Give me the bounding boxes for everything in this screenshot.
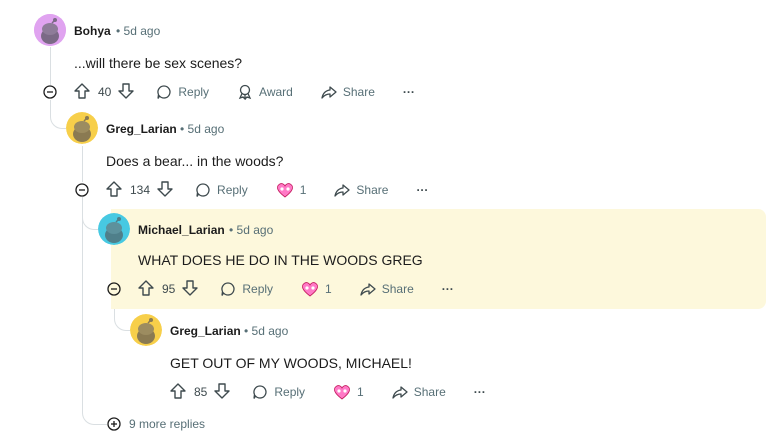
comment-author[interactable]: Michael_Larian bbox=[138, 223, 225, 237]
upvote-icon[interactable] bbox=[137, 279, 155, 300]
collapse-icon[interactable] bbox=[107, 282, 121, 296]
timestamp-text: 5d ago bbox=[187, 122, 225, 136]
timestamp-text: 5d ago bbox=[236, 223, 274, 237]
heart-eyes-award-icon bbox=[302, 282, 318, 297]
reply-button[interactable]: Reply bbox=[195, 182, 248, 198]
thread-elbow-more bbox=[82, 405, 107, 425]
thread-line-root bbox=[50, 47, 51, 85]
award-badge[interactable]: 1 bbox=[276, 182, 307, 198]
more-options-icon[interactable]: ··· bbox=[442, 282, 454, 296]
vote-count: 95 bbox=[162, 282, 176, 296]
more-replies-label: 9 more replies bbox=[129, 417, 206, 431]
share-label: Share bbox=[381, 282, 414, 296]
thread-line-level1-b bbox=[82, 197, 83, 409]
collapse-icon[interactable] bbox=[43, 85, 57, 99]
upvote-icon[interactable] bbox=[105, 180, 123, 201]
comment-timestamp: • 5d ago bbox=[116, 24, 160, 38]
heart-eyes-award-icon bbox=[334, 385, 350, 400]
share-button[interactable]: Share bbox=[392, 384, 446, 400]
share-button[interactable]: Share bbox=[360, 281, 414, 297]
reply-label: Reply bbox=[242, 282, 274, 296]
avatar[interactable] bbox=[98, 213, 130, 245]
share-label: Share bbox=[356, 183, 389, 197]
award-badge[interactable]: 1 bbox=[301, 281, 332, 297]
more-options-icon[interactable]: ··· bbox=[474, 385, 486, 399]
award-count: 1 bbox=[357, 385, 364, 399]
downvote-icon[interactable] bbox=[117, 82, 135, 103]
award-count: 1 bbox=[299, 183, 307, 197]
share-icon bbox=[321, 86, 337, 99]
thread-elbow-1 bbox=[50, 100, 66, 129]
comment-body: GET OUT OF MY WOODS, MICHAEL! bbox=[170, 355, 412, 371]
downvote-icon[interactable] bbox=[156, 180, 174, 201]
comment-actions: 95 Reply 1 Share ··· bbox=[137, 277, 454, 301]
upvote-icon[interactable] bbox=[73, 82, 91, 103]
more-replies-link[interactable]: 9 more replies bbox=[107, 417, 205, 431]
meta-dot: • bbox=[229, 223, 234, 237]
award-icon bbox=[238, 84, 252, 100]
share-button[interactable]: Share bbox=[321, 84, 375, 100]
share-icon bbox=[392, 386, 408, 399]
comment-body: WHAT DOES HE DO IN THE WOODS GREG bbox=[138, 252, 423, 268]
share-label: Share bbox=[413, 385, 446, 399]
comment-actions: 40 Reply Award Share ··· bbox=[73, 80, 415, 104]
award-label: Award bbox=[259, 85, 293, 99]
avatar[interactable] bbox=[130, 314, 162, 346]
comment-body: Does a bear... in the woods? bbox=[106, 153, 284, 169]
timestamp-text: 5d ago bbox=[123, 24, 161, 38]
reply-label: Reply bbox=[274, 385, 306, 399]
award-count: 1 bbox=[325, 282, 332, 296]
reply-label: Reply bbox=[217, 183, 248, 197]
vote-count: 85 bbox=[194, 385, 208, 399]
reply-button[interactable]: Reply bbox=[220, 281, 273, 297]
timestamp-text: 5d ago bbox=[251, 324, 289, 338]
collapse-icon[interactable] bbox=[75, 183, 89, 197]
reply-label: Reply bbox=[178, 85, 210, 99]
reply-icon bbox=[221, 282, 235, 296]
comment-timestamp: • 5d ago bbox=[229, 223, 273, 237]
share-button[interactable]: Share bbox=[334, 182, 388, 198]
share-icon bbox=[334, 184, 351, 197]
share-icon bbox=[360, 283, 376, 296]
reply-icon bbox=[196, 183, 210, 197]
more-options-icon[interactable]: ··· bbox=[416, 183, 428, 197]
vote-count: 40 bbox=[98, 85, 112, 99]
award-badge[interactable]: 1 bbox=[333, 384, 364, 400]
comment-body: ...will there be sex scenes? bbox=[74, 55, 243, 71]
downvote-icon[interactable] bbox=[181, 279, 199, 300]
share-label: Share bbox=[342, 85, 375, 99]
reply-button[interactable]: Reply bbox=[252, 384, 305, 400]
expand-plus-icon bbox=[107, 417, 121, 431]
avatar[interactable] bbox=[34, 14, 66, 46]
comment-author[interactable]: Greg_Larian bbox=[106, 122, 177, 136]
award-button[interactable]: Award bbox=[237, 84, 293, 100]
comment-timestamp: • 5d ago bbox=[180, 122, 224, 136]
reply-button[interactable]: Reply bbox=[156, 84, 209, 100]
thread-line-level1 bbox=[82, 146, 83, 182]
meta-dot: • bbox=[244, 324, 249, 338]
comment-actions: 85 Reply 1 Share ··· bbox=[169, 380, 486, 404]
vote-count: 134 bbox=[130, 183, 151, 197]
meta-dot: • bbox=[180, 122, 185, 136]
reply-icon bbox=[253, 385, 267, 399]
comment-author[interactable]: Greg_Larian bbox=[170, 324, 241, 338]
upvote-icon[interactable] bbox=[169, 382, 187, 403]
heart-eyes-award-icon bbox=[276, 183, 293, 198]
comment-timestamp: • 5d ago bbox=[244, 324, 288, 338]
thread-elbow-2 bbox=[82, 199, 98, 230]
more-options-icon[interactable]: ··· bbox=[403, 85, 415, 99]
comment-author[interactable]: Bohya bbox=[74, 24, 111, 38]
downvote-icon[interactable] bbox=[213, 382, 231, 403]
avatar[interactable] bbox=[66, 112, 98, 144]
reply-icon bbox=[157, 85, 171, 99]
meta-dot: • bbox=[116, 24, 121, 38]
comment-actions: 134 Reply 1 Share ··· bbox=[105, 178, 428, 202]
